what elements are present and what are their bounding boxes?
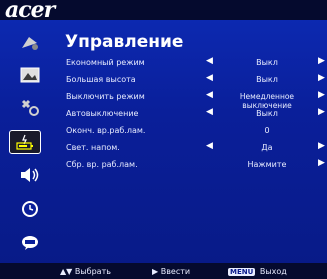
select-hint: ▲▼ Выбрать [60,267,111,276]
menu-row-lamp-reminder[interactable]: Свет. напом. ◀ Да ▶ [66,141,326,155]
brand-logo: acer [5,0,55,23]
row-value: Выкл [256,75,278,84]
audio-icon [21,168,39,182]
row-label: Автовыключение [66,109,139,118]
menu-row-high-altitude[interactable]: Большая высота ◀ Выкл ▶ [66,73,326,87]
top-bar: acer [0,0,327,23]
menu-row-eco-mode[interactable]: Економный режим ◀ Выкл ▶ [66,56,326,70]
up-down-arrows-icon: ▲▼ [60,267,73,276]
exit-hint: MENU Выход [228,267,287,276]
sidebar-item-image[interactable] [12,62,48,88]
settings-icon [21,99,39,116]
arrow-right-icon[interactable]: ▶ [318,141,325,151]
menu-row-lamp-reset[interactable]: Сбр. вр. раб.лам. Нажмите ▶ [66,158,326,172]
exit-hint-label: Выход [259,267,287,276]
row-value[interactable]: Нажмите [216,160,318,169]
arrow-right-icon[interactable]: ▶ [318,73,325,83]
select-hint-label: Выбрать [74,267,111,276]
row-value: Да [261,143,273,152]
sidebar-item-language[interactable] [12,230,48,256]
row-value: Выкл [256,58,278,67]
arrow-left-icon[interactable]: ◀ [206,107,213,117]
arrow-left-icon[interactable]: ◀ [206,73,213,83]
menu-key-icon: MENU [228,268,256,276]
arrow-left-icon[interactable]: ◀ [206,56,213,66]
color-icon [22,37,38,50]
menu-row-power-off-mode[interactable]: Выключить режим ◀ Немедленное выключение… [66,90,326,110]
sidebar-item-audio[interactable] [12,162,48,188]
arrow-left-icon[interactable]: ◀ [206,141,213,151]
row-value: 0 [264,126,270,135]
sidebar-item-management[interactable] [9,130,41,154]
menu-row-auto-shutdown[interactable]: Автовыключение ◀ Выкл ▶ [66,107,326,121]
row-label: Економный режим [66,58,145,67]
page-title: Управление [65,32,184,52]
row-label: Свет. напом. [66,143,120,152]
row-label: Выключить режим [66,92,145,101]
image-icon [20,67,40,83]
sidebar-item-settings[interactable] [12,94,48,120]
row-label: Большая высота [66,75,136,84]
timer-icon [22,201,38,217]
arrow-right-icon[interactable]: ▶ [318,158,325,168]
sidebar-item-color[interactable] [12,30,48,56]
row-value: Выкл [256,109,278,118]
arrow-right-icon[interactable]: ▶ [318,90,325,100]
enter-hint-label: Ввести [160,267,191,276]
language-icon [22,236,38,250]
arrow-right-icon[interactable]: ▶ [318,107,325,117]
row-label: Сбр. вр. раб.лам. [66,160,138,169]
hint-bar: ▲▼ Выбрать ▶ Ввести MENU Выход [0,263,327,279]
lamp-battery-icon [16,134,33,150]
enter-arrow-icon: ▶ [152,267,159,276]
arrow-right-icon[interactable]: ▶ [318,56,325,66]
category-sidebar [0,30,60,260]
projector-osd: acer Управление Економный режим ◀ Выкл ▶… [0,0,327,279]
row-label: Оконч. вр.раб.лам. [66,126,146,135]
arrow-left-icon[interactable]: ◀ [206,90,213,100]
enter-hint: ▶ Ввести [152,267,190,276]
menu-row-lamp-hours: Оконч. вр.раб.лам. 0 [66,124,326,138]
sidebar-item-timer[interactable] [12,196,48,222]
